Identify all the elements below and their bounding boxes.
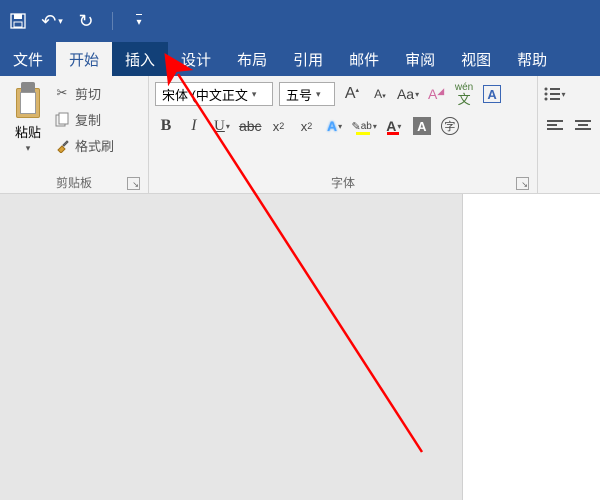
document-page[interactable] [462, 194, 600, 500]
font-name-value: 宋体 (中文正文 [162, 85, 248, 104]
ribbon-tabs: 文件 开始 插入 设计 布局 引用 邮件 审阅 视图 帮助 [0, 42, 600, 76]
format-painter-button[interactable]: 格式刷 [50, 132, 118, 158]
underline-button[interactable]: U▾ [211, 114, 233, 138]
superscript-button[interactable]: x2 [296, 114, 318, 138]
italic-button[interactable]: I [183, 114, 205, 138]
tab-file[interactable]: 文件 [0, 42, 56, 76]
paste-label: 粘贴 [15, 122, 41, 141]
tab-home[interactable]: 开始 [56, 42, 112, 76]
bullets-button[interactable]: ▾ [544, 82, 566, 106]
copy-button[interactable]: 复制 [50, 106, 118, 132]
format-painter-label: 格式刷 [75, 136, 114, 155]
tab-view[interactable]: 视图 [448, 42, 504, 76]
change-case-button[interactable]: Aa▾ [397, 82, 419, 106]
clear-formatting-button[interactable]: A◢ [425, 82, 447, 106]
undo-button[interactable]: ↶▾ [42, 11, 62, 31]
font-dialog-launcher[interactable]: ↘ [516, 177, 529, 190]
text-effects-button[interactable]: A▾ [324, 114, 346, 138]
paintbrush-icon [54, 137, 70, 153]
scissors-icon: ✂ [54, 85, 70, 101]
font-name-combo[interactable]: 宋体 (中文正文▾ [155, 82, 273, 106]
font-color-button[interactable]: A▾ [383, 114, 405, 138]
document-area [0, 194, 600, 500]
tab-layout[interactable]: 布局 [224, 42, 280, 76]
font-size-value: 五号 [286, 85, 312, 104]
paste-button[interactable]: 粘贴 ▾ [6, 80, 50, 154]
grow-font-button[interactable]: A▴ [341, 82, 363, 106]
bold-button[interactable]: B [155, 114, 177, 138]
group-paragraph-partial: ▾ [538, 76, 600, 193]
shrink-font-button[interactable]: A▾ [369, 82, 391, 106]
group-label-clipboard: 剪贴板 [6, 172, 142, 191]
clipboard-icon [13, 82, 43, 120]
tab-design[interactable]: 设计 [168, 42, 224, 76]
phonetic-guide-button[interactable]: wén文 [453, 82, 475, 106]
ribbon: 粘贴 ▾ ✂ 剪切 复制 格式刷 [0, 76, 600, 194]
character-shading-button[interactable]: A [411, 114, 433, 138]
customize-qat-button[interactable]: ▾ [129, 11, 149, 31]
cut-button[interactable]: ✂ 剪切 [50, 80, 118, 106]
document-background [0, 194, 462, 500]
group-font: 宋体 (中文正文▾ 五号▾ A▴ A▾ Aa▾ A◢ wén文 A B I U▾… [149, 76, 538, 193]
tab-mailings[interactable]: 邮件 [336, 42, 392, 76]
font-size-combo[interactable]: 五号▾ [279, 82, 335, 106]
copy-label: 复制 [75, 110, 101, 129]
tab-insert[interactable]: 插入 [112, 42, 168, 76]
group-label-font: 字体 [155, 172, 531, 191]
character-border-button[interactable]: A [481, 82, 503, 106]
align-left-button[interactable] [544, 114, 566, 138]
group-clipboard: 粘贴 ▾ ✂ 剪切 复制 格式刷 [0, 76, 149, 193]
redo-button[interactable]: ↻ [76, 11, 96, 31]
copy-icon [54, 111, 70, 127]
cut-label: 剪切 [75, 84, 101, 103]
tab-references[interactable]: 引用 [280, 42, 336, 76]
clipboard-dialog-launcher[interactable]: ↘ [127, 177, 140, 190]
subscript-button[interactable]: x2 [268, 114, 290, 138]
highlight-button[interactable]: ✎ab▾ [352, 114, 377, 138]
enclose-characters-button[interactable]: 字 [439, 114, 461, 138]
tab-review[interactable]: 审阅 [392, 42, 448, 76]
separator [112, 12, 113, 30]
quick-access-toolbar: ↶▾ ↻ ▾ [0, 0, 600, 42]
save-button[interactable] [8, 11, 28, 31]
align-center-button[interactable] [572, 114, 594, 138]
strikethrough-button[interactable]: abc [239, 114, 262, 138]
tab-help[interactable]: 帮助 [504, 42, 560, 76]
